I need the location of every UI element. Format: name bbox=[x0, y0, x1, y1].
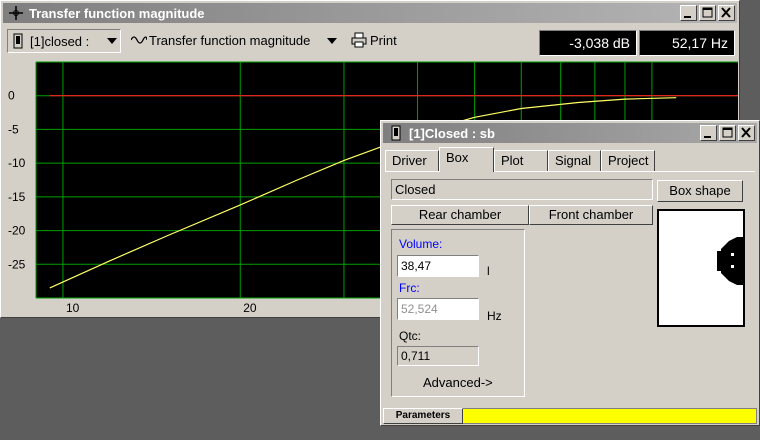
y-tick-label: -5 bbox=[8, 122, 19, 136]
qtc-value: 0,711 bbox=[397, 346, 479, 366]
y-tick-label: -15 bbox=[8, 190, 26, 204]
minimize-icon bbox=[684, 16, 691, 18]
qtc-label: Qtc: bbox=[399, 329, 422, 343]
driver-silhouette-icon bbox=[717, 237, 743, 285]
freq-readout: 52,17 Hz bbox=[639, 30, 735, 56]
view-select[interactable]: Transfer function magnitude bbox=[129, 29, 341, 53]
y-tick-label: 0 bbox=[8, 89, 15, 103]
dialog-close-button[interactable] bbox=[738, 125, 755, 141]
box-type-field: Closed bbox=[391, 179, 653, 200]
tab-signal[interactable]: Signal bbox=[548, 150, 601, 171]
close-icon bbox=[741, 127, 751, 138]
db-readout: -3,038 dB bbox=[539, 30, 637, 56]
x-tick-label: 20 bbox=[243, 301, 257, 315]
dialog-title: [1]Closed : sb bbox=[409, 126, 495, 141]
main-titlebar[interactable]: Transfer function magnitude bbox=[3, 3, 737, 23]
maximize-button[interactable] bbox=[699, 5, 716, 21]
print-button[interactable]: Print bbox=[351, 29, 411, 53]
view-select-label: Transfer function magnitude bbox=[149, 33, 311, 48]
project-select-label: [1]closed : bbox=[30, 34, 90, 49]
rear-chamber-button[interactable]: Rear chamber bbox=[391, 205, 529, 225]
dialog-titlebar[interactable]: [1]Closed : sb bbox=[383, 123, 757, 143]
tab-plot[interactable]: Plot bbox=[494, 150, 548, 171]
speaker-icon bbox=[13, 33, 23, 49]
volume-label: Volume: bbox=[399, 237, 443, 251]
frc-unit: Hz bbox=[487, 309, 502, 323]
tab-driver[interactable]: Driver bbox=[385, 150, 439, 171]
box-dialog: [1]Closed : sb Driver Box Plot Signal Pr… bbox=[380, 120, 760, 426]
frc-label: Frc: bbox=[399, 281, 420, 295]
minimize-button[interactable] bbox=[680, 5, 697, 21]
minimize-icon bbox=[704, 136, 711, 138]
printer-icon bbox=[351, 32, 367, 48]
print-label: Print bbox=[370, 33, 397, 48]
x-tick-label: 10 bbox=[66, 301, 80, 315]
chevron-down-icon bbox=[107, 38, 117, 44]
box-shape-preview bbox=[657, 209, 745, 327]
front-chamber-button[interactable]: Front chamber bbox=[529, 205, 653, 225]
volume-input[interactable] bbox=[397, 255, 479, 277]
volume-unit: l bbox=[487, 264, 490, 278]
close-button[interactable] bbox=[718, 5, 735, 21]
speaker-icon bbox=[391, 125, 401, 141]
y-tick-label: -25 bbox=[8, 257, 26, 271]
dialog-maximize-button[interactable] bbox=[719, 125, 736, 141]
tab-box[interactable]: Box bbox=[439, 147, 494, 172]
y-tick-label: -10 bbox=[8, 156, 26, 170]
crosshair-icon bbox=[9, 6, 23, 20]
box-shape-button[interactable]: Box shape bbox=[657, 180, 743, 202]
tab-project[interactable]: Project bbox=[601, 150, 655, 171]
main-window-title: Transfer function magnitude bbox=[29, 6, 205, 21]
wave-icon bbox=[131, 36, 147, 44]
parameters-tab[interactable]: Parameters bbox=[383, 408, 463, 424]
project-select[interactable]: [1]closed : bbox=[7, 29, 121, 53]
maximize-icon bbox=[702, 7, 713, 18]
advanced-button[interactable]: Advanced-> bbox=[423, 375, 493, 390]
maximize-icon bbox=[722, 127, 733, 138]
y-tick-label: -20 bbox=[8, 224, 26, 238]
frc-input[interactable] bbox=[397, 298, 479, 320]
chevron-down-icon bbox=[327, 38, 337, 44]
dialog-minimize-button[interactable] bbox=[700, 125, 717, 141]
close-icon bbox=[721, 7, 731, 18]
